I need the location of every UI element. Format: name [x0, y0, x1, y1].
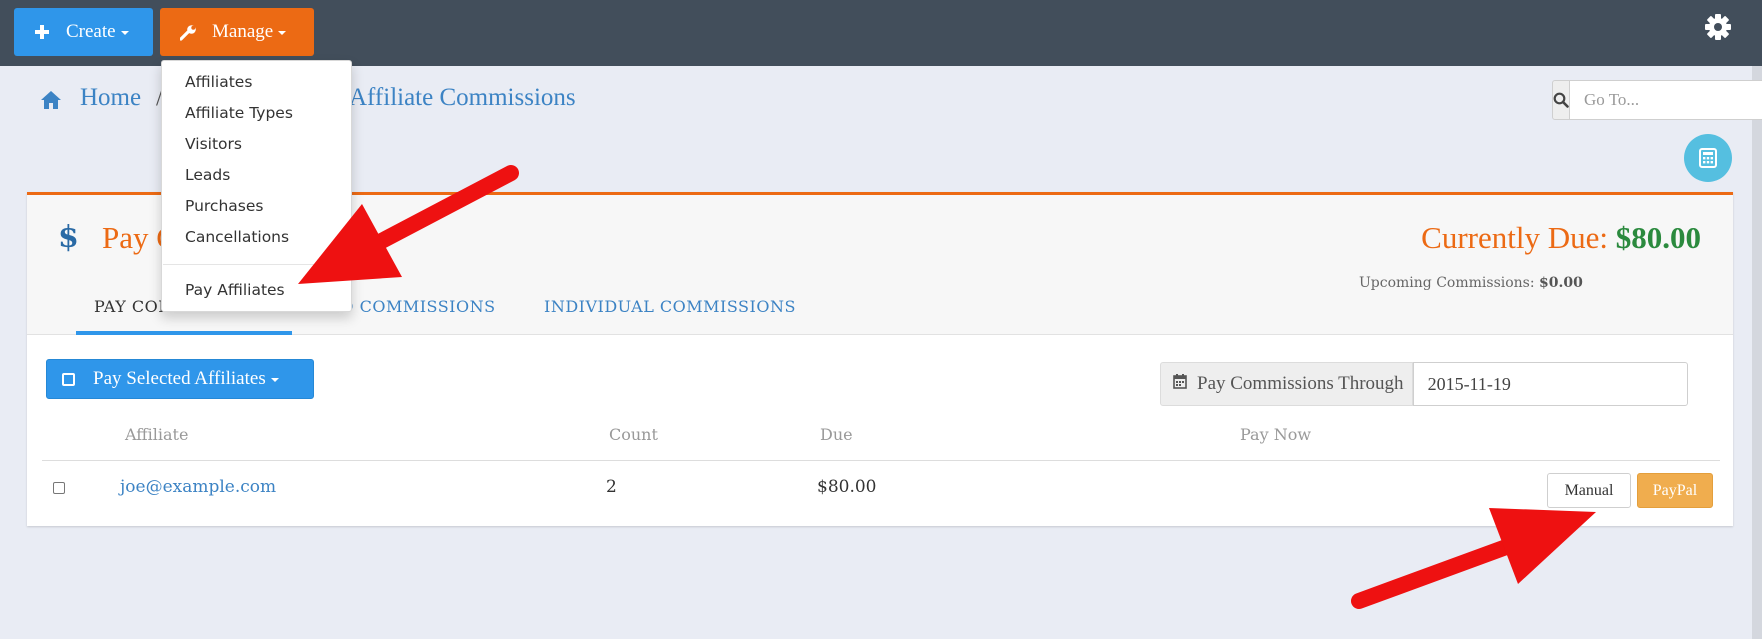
pay-selected-affiliates-button[interactable]: Pay Selected Affiliates [46, 359, 314, 399]
gear-icon[interactable] [1703, 12, 1733, 42]
scrollbar[interactable] [1752, 66, 1762, 639]
menu-item-cancellations[interactable]: Cancellations [185, 228, 289, 246]
manage-dropdown-menu: Affiliates Affiliate Types Visitors Lead… [161, 60, 352, 312]
pay-through-date-value: 2015-11-19 [1427, 373, 1511, 394]
breadcrumb-current[interactable]: Affiliate Commissions [349, 84, 576, 112]
caret-down-icon [278, 31, 287, 35]
pay-through-date-input[interactable]: 2015-11-19 [1412, 362, 1688, 406]
calculator-button[interactable] [1684, 134, 1732, 182]
pay-through-group: Pay Commissions Through 2015-11-19 [1160, 362, 1688, 406]
top-navbar: Create Manage [0, 0, 1762, 66]
header-due[interactable]: Due [820, 425, 853, 444]
currently-due-label: Currently Due: [1421, 220, 1608, 255]
menu-divider [163, 264, 351, 265]
plus-icon [32, 22, 52, 42]
pay-through-addon: Pay Commissions Through [1160, 362, 1413, 406]
currently-due-amount: $80.00 [1615, 220, 1701, 255]
pay-selected-label: Pay Selected Affiliates [93, 368, 266, 389]
calculator-icon [1699, 148, 1717, 168]
goto-input[interactable] [1570, 80, 1762, 120]
row-due: $80.00 [817, 477, 877, 497]
create-button[interactable]: Create [14, 8, 153, 56]
home-icon[interactable] [40, 90, 62, 110]
row-count: 2 [606, 477, 617, 497]
caret-down-icon [270, 378, 279, 382]
dollar-icon: $ [58, 220, 79, 255]
header-affiliate[interactable]: Affiliate [125, 425, 188, 444]
upcoming-commissions: Upcoming Commissions: $0.00 [1359, 275, 1583, 291]
row-checkbox[interactable] [53, 482, 65, 494]
search-icon[interactable] [1552, 80, 1570, 120]
upcoming-label: Upcoming Commissions: [1359, 275, 1535, 291]
goto-search [1552, 80, 1762, 120]
breadcrumb-home[interactable]: Home [80, 84, 141, 112]
square-icon [62, 372, 75, 386]
menu-item-affiliate-types[interactable]: Affiliate Types [185, 104, 293, 122]
calendar-icon [1173, 373, 1187, 395]
tab-individual-commissions[interactable]: INDIVIDUAL COMMISSIONS [544, 297, 796, 316]
menu-item-purchases[interactable]: Purchases [185, 197, 263, 215]
manual-pay-button[interactable]: Manual [1547, 473, 1631, 508]
create-label: Create [66, 21, 116, 42]
wrench-icon [178, 22, 198, 42]
paypal-pay-button[interactable]: PayPal [1637, 473, 1713, 508]
table-divider [42, 460, 1720, 461]
menu-item-affiliates[interactable]: Affiliates [185, 73, 252, 91]
header-count[interactable]: Count [609, 425, 658, 444]
manage-button[interactable]: Manage [160, 8, 314, 56]
upcoming-amount: $0.00 [1539, 275, 1583, 291]
caret-down-icon [120, 31, 129, 35]
manage-label: Manage [212, 21, 274, 42]
header-pay-now: Pay Now [1240, 425, 1312, 444]
pay-through-label: Pay Commissions Through [1197, 373, 1404, 394]
menu-item-pay-affiliates[interactable]: Pay Affiliates [185, 281, 285, 299]
affiliate-link[interactable]: joe@example.com [120, 477, 276, 497]
menu-item-visitors[interactable]: Visitors [185, 135, 242, 153]
menu-item-leads[interactable]: Leads [185, 166, 230, 184]
currently-due: Currently Due: $80.00 [1421, 220, 1701, 256]
